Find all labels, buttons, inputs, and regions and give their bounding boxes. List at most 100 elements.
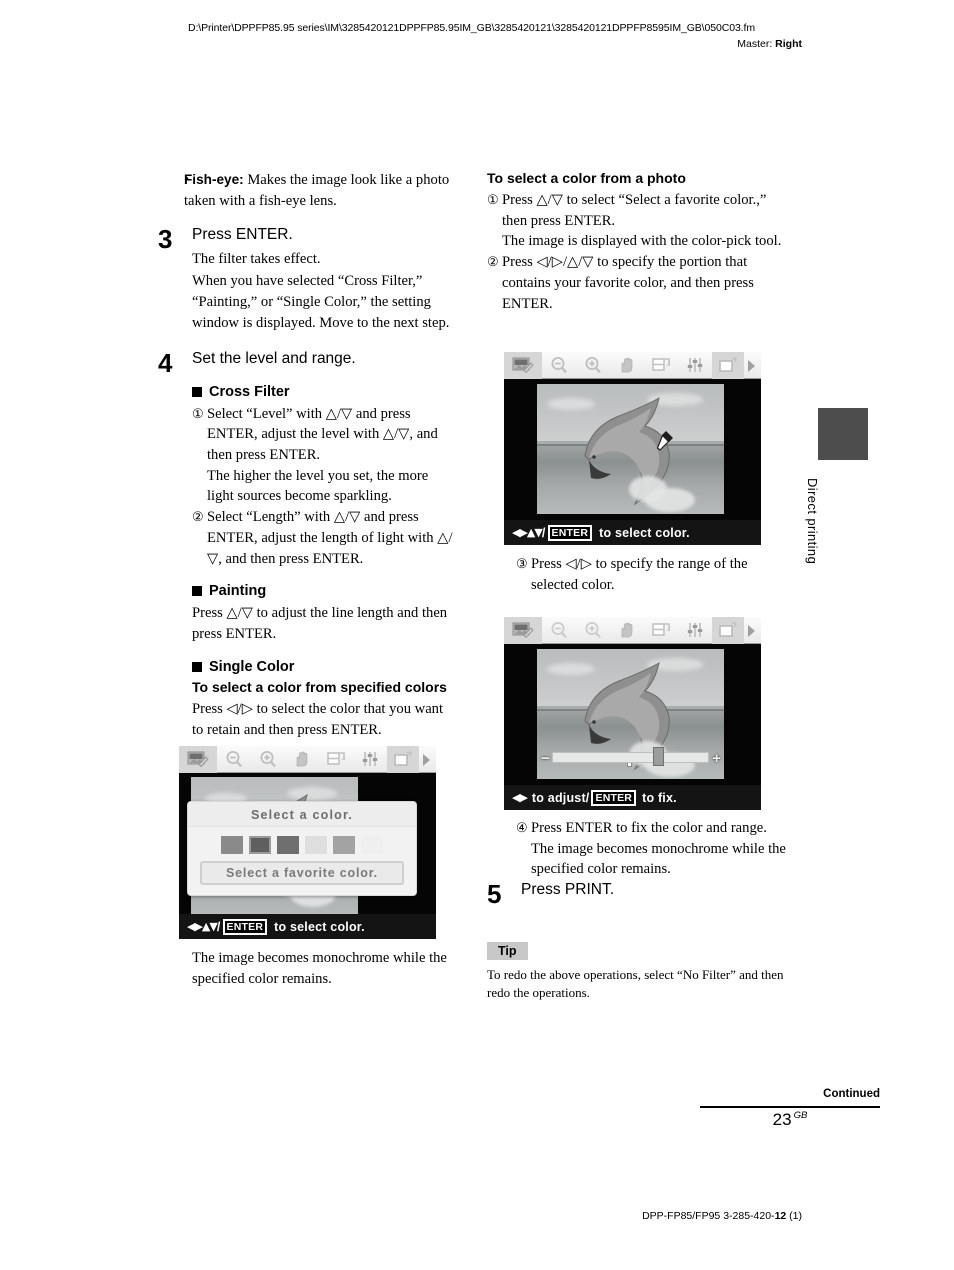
bullet-fish-eye: • Fish-eye: Makes the image look like a … (158, 170, 458, 211)
crop-icon[interactable] (644, 617, 678, 644)
right-item-3-block: ③ Press ◁/▷ to specify the range of the … (516, 554, 791, 595)
left-column: • Fish-eye: Makes the image look like a … (158, 170, 458, 742)
right-item-1-text: Press △/▽ to select “Select a favorite c… (502, 192, 767, 229)
lcd-status-bar: ◀▶▲▼ / ENTER to select color. (504, 520, 761, 545)
image-edit-icon-svg (187, 751, 209, 768)
select-favorite-color-button[interactable]: Select a favorite color. (200, 861, 404, 885)
footer-model-bold: 12 (774, 1210, 787, 1222)
color-swatch[interactable] (277, 836, 299, 854)
circled-number-1: ① (487, 192, 499, 207)
step-3-body: Press ENTER. The filter takes effect. Wh… (192, 225, 458, 335)
side-tab-marker (818, 408, 868, 460)
export-icon-svg (719, 621, 737, 637)
tip-block: Tip To redo the above operations, select… (487, 942, 787, 1002)
step-5-number: 5 (487, 879, 502, 909)
color-swatch[interactable] (361, 836, 383, 854)
step-3-number: 3 (158, 224, 173, 255)
continued-label: Continued (823, 1088, 880, 1100)
eyedropper-icon-svg (656, 431, 673, 451)
image-edit-icon-svg (512, 622, 534, 639)
zoom-out-icon[interactable] (217, 746, 251, 773)
export-icon[interactable] (712, 616, 744, 644)
footer-model-post: (1) (786, 1210, 802, 1222)
zoom-out-icon[interactable] (542, 617, 576, 644)
zoom-in-icon[interactable] (576, 352, 610, 379)
zoom-out-icon[interactable] (542, 352, 576, 379)
enter-key-badge: ENTER (547, 524, 593, 541)
hand-pan-icon[interactable] (610, 352, 644, 379)
right-item-2-text: Press ◁/▷/△/▽ to specify the portion tha… (502, 254, 754, 312)
zoom-in-icon[interactable] (251, 746, 285, 773)
heading-cross-filter: Cross Filter (192, 384, 458, 400)
next-arrow-icon[interactable] (418, 746, 434, 773)
master-value-text: Right (775, 38, 802, 50)
cross-filter-item-2-text: Select “Length” with △/▽ and press ENTER… (207, 509, 453, 567)
adjust-sliders-icon[interactable] (678, 617, 712, 644)
cross-filter-item-1: ① Select “Level” with △/▽ and press ENTE… (192, 404, 458, 466)
footer-model-pre: DPP-FP85/FP95 3-285-420- (642, 1210, 775, 1222)
range-slider-knob[interactable] (652, 747, 664, 766)
dialog-title: Select a color. (188, 802, 416, 827)
crop-icon[interactable] (644, 352, 678, 379)
export-icon-svg (719, 356, 737, 372)
adjust-sliders-icon-svg (687, 358, 703, 372)
step-3-title: Press ENTER. (192, 226, 293, 244)
color-swatch[interactable] (333, 836, 355, 854)
square-bullet-icon (192, 386, 202, 397)
lcd-stage: ◀▶▲▼ / ENTER to select color. (504, 379, 761, 545)
next-arrow-icon[interactable] (743, 352, 759, 379)
header-master-label: Master: Right (737, 38, 802, 50)
circled-number-4: ④ (516, 820, 528, 835)
subheading-select-from-specified-colors: To select a color from specified colors (192, 678, 447, 695)
status-slash: / (216, 919, 221, 934)
lcd-stage: Select a color. Select a favorite color.… (179, 773, 436, 939)
heading-painting-text: Painting (209, 583, 267, 600)
step-5-body: Press PRINT. (521, 880, 787, 907)
status-text-post: to fix. (642, 790, 677, 805)
zoom-in-icon-svg (585, 357, 601, 374)
dpad-icon: ◀▶▲▼ (512, 526, 543, 539)
right-lower-block: ④ Press ENTER to fix the color and range… (516, 818, 794, 880)
status-slash: / (541, 525, 546, 540)
export-icon[interactable] (712, 351, 744, 379)
right-item-4: ④ Press ENTER to fix the color and range… (516, 818, 794, 839)
export-icon[interactable] (387, 745, 419, 773)
lcd-screenshot-range-adjust: − + ◀▶ to adjust/ENTER to fix. (504, 616, 761, 810)
side-tab-label: Direct printing (805, 478, 820, 565)
step-4-title: Set the level and range. (192, 350, 356, 368)
crop-icon[interactable] (319, 746, 353, 773)
hand-pan-icon[interactable] (285, 746, 319, 773)
range-slider-track[interactable] (551, 747, 710, 766)
image-edit-icon[interactable] (179, 745, 217, 773)
master-label-text: Master: (737, 38, 773, 50)
page-rule-divider (700, 1106, 880, 1108)
tip-label: Tip (487, 942, 528, 960)
zoom-in-icon[interactable] (576, 617, 610, 644)
cross-filter-item-1-text: Select “Level” with △/▽ and press ENTER,… (207, 405, 438, 464)
color-swatch-selected[interactable] (249, 836, 271, 854)
heading-single-color-text: Single Color (209, 658, 295, 675)
bullet-text: Fish-eye: Makes the image look like a ph… (184, 170, 458, 211)
right-column: To select a color from a photo ① Press △… (487, 170, 787, 314)
hand-pan-icon[interactable] (610, 617, 644, 644)
crop-icon-svg (327, 752, 345, 765)
adjust-sliders-icon[interactable] (678, 352, 712, 379)
status-text-pre: to adjust/ (531, 790, 590, 805)
lcd-toolbar (179, 745, 436, 773)
adjust-sliders-icon[interactable] (353, 746, 387, 773)
lcd-screenshot-color-pick-tool: ◀▶▲▼ / ENTER to select color. (504, 351, 761, 545)
dpad-icon: ◀▶ (512, 791, 528, 804)
image-edit-icon[interactable] (504, 351, 542, 379)
right-item-2: ② Press ◁/▷/△/▽ to specify the portion t… (487, 252, 787, 314)
circled-number-1: ① (192, 405, 204, 421)
next-arrow-icon[interactable] (743, 617, 759, 644)
color-swatch[interactable] (221, 836, 243, 854)
left-mono-note: The image becomes monochrome while the s… (192, 950, 447, 987)
bullet-marker: • (184, 172, 190, 188)
circled-number-3: ③ (516, 556, 528, 571)
image-edit-icon[interactable] (504, 616, 542, 644)
step-3-paragraph-2: When you have selected “Cross Filter,” “… (192, 273, 450, 331)
zoom-out-icon-svg (551, 622, 567, 639)
right-item-4-text: Press ENTER to fix the color and range. (531, 820, 767, 836)
color-swatch[interactable] (305, 836, 327, 854)
